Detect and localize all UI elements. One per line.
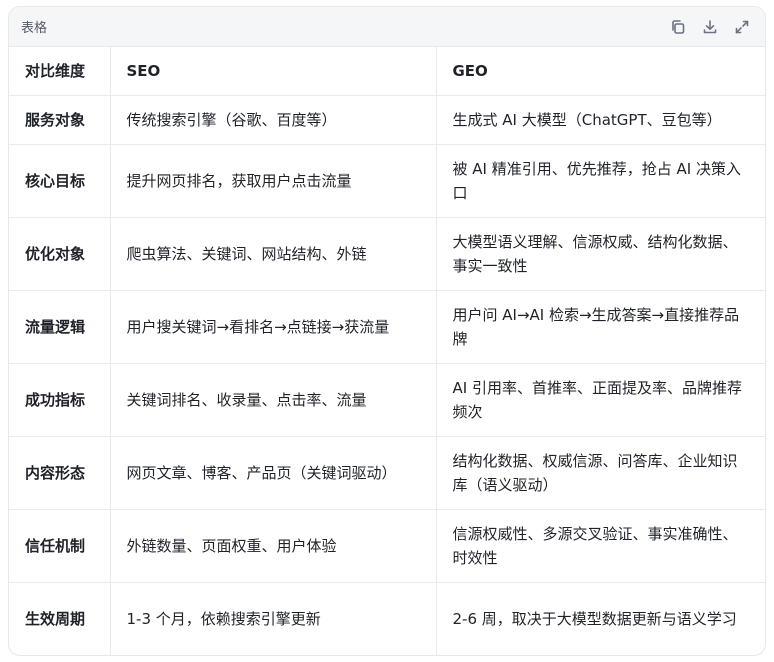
expand-icon[interactable] (733, 18, 751, 36)
row-dimension: 成功指标 (9, 363, 111, 437)
comparison-table: 对比维度 SEO GEO 服务对象 传统搜索引擎（谷歌、百度等） 生成式 AI … (9, 47, 765, 655)
row-seo-cell: 关键词排名、收录量、点击率、流量 (110, 363, 437, 437)
table-row: 生效周期 1-3 个月，依赖搜索引擎更新 2-6 周，取决于大模型数据更新与语义… (9, 582, 765, 655)
row-geo-cell: 大模型语义理解、信源权威、结构化数据、事实一致性 (436, 217, 765, 291)
table-toolbar-title: 表格 (21, 21, 48, 36)
row-geo-cell: 用户问 AI→AI 检索→生成答案→直接推荐品牌 (436, 290, 765, 364)
copy-icon[interactable] (669, 18, 687, 36)
row-dimension: 服务对象 (9, 95, 111, 145)
row-geo-cell: 信源权威性、多源交叉验证、事实准确性、时效性 (436, 509, 765, 583)
row-geo-cell: 2-6 周，取决于大模型数据更新与语义学习 (452, 610, 737, 628)
table-card: 表格 对比维度 SEO GEO 服务对象 传统搜索引擎（谷歌、百度等） 生成式 … (8, 6, 766, 656)
row-dimension: 内容形态 (9, 436, 111, 510)
table-row: 信任机制 外链数量、页面权重、用户体验 信源权威性、多源交叉验证、事实准确性、时… (9, 509, 765, 583)
table-row: 服务对象 传统搜索引擎（谷歌、百度等） 生成式 AI 大模型（ChatGPT、豆… (9, 95, 765, 145)
toolbar-actions (669, 18, 751, 36)
header-dimension: 对比维度 (9, 47, 111, 96)
table-header-row: 对比维度 SEO GEO (9, 47, 765, 96)
table-row: 核心目标 提升网页排名，获取用户点击流量 被 AI 精准引用、优先推荐，抢占 A… (9, 144, 765, 218)
row-geo-cell: 生成式 AI 大模型（ChatGPT、豆包等） (436, 95, 765, 145)
row-seo-cell: 用户搜关键词→看排名→点链接→获流量 (110, 290, 437, 364)
header-geo: GEO (436, 47, 765, 96)
row-geo-cell: 被 AI 精准引用、优先推荐，抢占 AI 决策入口 (436, 144, 765, 218)
row-seo-cell: 1-3 个月，依赖搜索引擎更新 (110, 582, 437, 655)
row-seo-cell: 传统搜索引擎（谷歌、百度等） (110, 95, 437, 145)
row-geo-cell: AI 引用率、首推率、正面提及率、品牌推荐频次 (436, 363, 765, 437)
row-seo-cell: 提升网页排名，获取用户点击流量 (110, 144, 437, 218)
table-row: 流量逻辑 用户搜关键词→看排名→点链接→获流量 用户问 AI→AI 检索→生成答… (9, 290, 765, 364)
row-dimension: 信任机制 (9, 509, 111, 583)
row-seo-cell: 外链数量、页面权重、用户体验 (110, 509, 437, 583)
table-row: 成功指标 关键词排名、收录量、点击率、流量 AI 引用率、首推率、正面提及率、品… (9, 363, 765, 437)
download-icon[interactable] (701, 18, 719, 36)
row-seo-cell: 爬虫算法、关键词、网站结构、外链 (110, 217, 437, 291)
row-dimension: 核心目标 (9, 144, 111, 218)
row-geo-cell: 结构化数据、权威信源、问答库、企业知识库（语义驱动） (436, 436, 765, 510)
table-row: 优化对象 爬虫算法、关键词、网站结构、外链 大模型语义理解、信源权威、结构化数据… (9, 217, 765, 291)
header-seo: SEO (110, 47, 437, 96)
table-row: 内容形态 网页文章、博客、产品页（关键词驱动） 结构化数据、权威信源、问答库、企… (9, 436, 765, 510)
row-seo-cell: 网页文章、博客、产品页（关键词驱动） (110, 436, 437, 510)
row-dimension: 流量逻辑 (9, 290, 111, 364)
row-dimension: 优化对象 (9, 217, 111, 291)
row-dimension: 生效周期 (9, 582, 111, 655)
table-toolbar: 表格 (9, 7, 765, 47)
